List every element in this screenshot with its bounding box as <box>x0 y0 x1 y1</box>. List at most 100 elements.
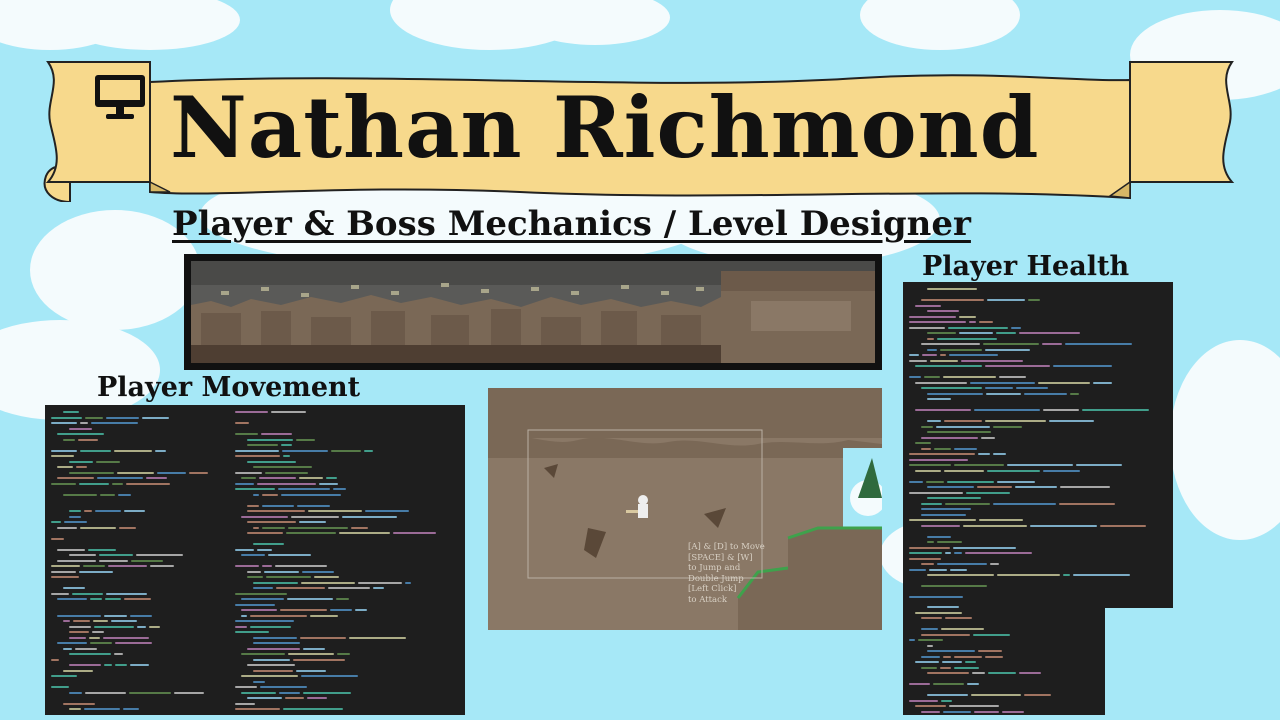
code-line <box>927 398 951 400</box>
code-line <box>993 453 1006 455</box>
code-line <box>282 449 328 452</box>
code-line <box>235 702 255 705</box>
code-line <box>915 705 946 707</box>
code-line <box>949 705 999 707</box>
code-line <box>63 647 72 650</box>
controls-instructions: [A] & [D] to Move [SPACE] & [W] to Jump … <box>688 542 765 605</box>
code-line <box>949 354 998 356</box>
code-line <box>950 568 967 571</box>
code-line <box>253 543 284 545</box>
code-line <box>927 541 934 543</box>
cloud <box>860 0 1020 50</box>
code-line <box>51 592 69 595</box>
code-line <box>297 504 330 507</box>
code-line <box>915 365 982 367</box>
code-line <box>983 343 1039 345</box>
code-line <box>921 524 960 527</box>
code-line <box>941 628 984 630</box>
code-line <box>253 680 265 683</box>
code-line <box>281 444 292 446</box>
code-line <box>1028 299 1040 301</box>
code-line <box>985 348 1030 351</box>
code-line <box>909 376 921 378</box>
code-line <box>257 482 316 485</box>
code-line <box>954 464 1004 466</box>
code-line <box>85 416 103 419</box>
code-line <box>1060 486 1110 488</box>
code-line <box>1093 381 1112 384</box>
monitor-icon <box>95 75 145 119</box>
code-line <box>69 554 96 556</box>
code-line <box>268 554 311 556</box>
code-line <box>241 609 277 611</box>
code-line <box>241 614 247 617</box>
code-line <box>948 326 1008 329</box>
code-line <box>88 548 116 551</box>
code-line <box>993 502 1056 505</box>
code-line <box>330 609 352 611</box>
code-line <box>253 581 298 584</box>
code-line <box>364 449 373 452</box>
code-line <box>63 438 75 441</box>
code-line <box>131 559 163 562</box>
code-line <box>349 636 406 639</box>
code-line <box>89 636 100 639</box>
code-line <box>1070 392 1079 395</box>
code-line <box>921 425 933 428</box>
code-line <box>76 466 87 468</box>
code-line <box>79 570 113 573</box>
code-line <box>971 694 1021 696</box>
code-line <box>915 661 939 663</box>
code-line <box>988 672 1016 674</box>
code-line <box>978 453 990 455</box>
code-line <box>63 411 79 413</box>
code-line <box>943 376 996 378</box>
code-line <box>253 642 300 644</box>
code-line <box>927 337 934 340</box>
code-line <box>104 664 112 666</box>
code-line <box>276 587 325 589</box>
code-line <box>93 620 108 622</box>
code-line <box>909 464 951 466</box>
code-line <box>63 669 93 672</box>
code-line <box>918 639 943 641</box>
code-line <box>250 614 307 617</box>
code-line <box>954 552 962 554</box>
code-line <box>299 521 326 523</box>
code-line <box>114 449 152 452</box>
code-line <box>302 570 334 573</box>
player-movement-code <box>45 405 465 715</box>
code-line <box>319 482 338 485</box>
code-line <box>293 658 345 661</box>
code-line <box>1024 694 1051 696</box>
code-line <box>930 359 958 362</box>
code-line <box>90 642 112 644</box>
page-title: Nathan Richmond <box>170 78 1040 177</box>
code-line <box>247 570 261 573</box>
code-line <box>94 625 134 628</box>
code-line <box>57 642 87 644</box>
code-line <box>1019 332 1080 334</box>
code-line <box>261 433 292 435</box>
code-line <box>979 519 1023 521</box>
code-line <box>943 655 951 658</box>
code-line <box>278 488 330 490</box>
code-line <box>69 471 114 474</box>
code-line <box>953 546 1016 549</box>
code-line <box>927 574 994 576</box>
code-line <box>253 587 273 589</box>
code-line <box>963 524 1027 527</box>
code-line <box>314 576 339 578</box>
gameplay-art <box>488 388 882 630</box>
code-line <box>285 697 304 699</box>
code-line <box>157 471 186 474</box>
code-line <box>85 691 126 694</box>
code-line <box>84 708 120 710</box>
code-line <box>69 515 81 518</box>
code-line <box>1030 524 1097 527</box>
code-line <box>921 655 940 658</box>
code-line <box>999 376 1026 378</box>
code-line <box>927 431 991 433</box>
code-line <box>959 315 976 318</box>
code-line <box>300 636 346 639</box>
